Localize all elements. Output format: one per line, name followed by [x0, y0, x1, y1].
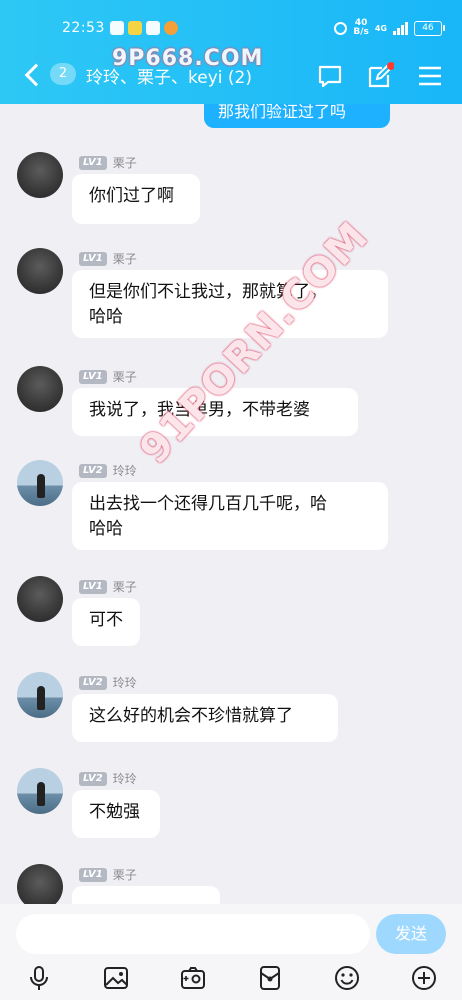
level-badge: LV1 [79, 155, 107, 170]
plus-icon[interactable] [410, 964, 438, 992]
sender-name[interactable]: 栗子 [113, 578, 137, 595]
message-text: 哈哈 [89, 519, 123, 539]
network-type: 4G [374, 23, 387, 33]
edit-icon[interactable] [366, 62, 394, 90]
level-badge: LV2 [79, 675, 107, 690]
message-text: 可不 [89, 610, 123, 630]
sender-name[interactable]: 玲玲 [113, 674, 137, 691]
red-packet-icon[interactable] [256, 964, 284, 992]
net-speed: 40 B/s [353, 19, 369, 37]
level-badge: LV2 [79, 771, 107, 786]
avatar[interactable] [17, 366, 63, 412]
camera-icon[interactable] [179, 964, 207, 992]
orange-notification-icon [164, 21, 178, 35]
message-text: 哈哈 [89, 307, 123, 327]
avatar[interactable] [17, 248, 63, 294]
system-icons: 40 B/s 4G 46 [334, 19, 445, 37]
sender-name[interactable]: 玲玲 [113, 462, 137, 479]
input-bar: 发送 [0, 904, 462, 1000]
avatar[interactable] [17, 864, 63, 904]
link-notification-icon [146, 21, 160, 35]
send-button[interactable]: 发送 [376, 914, 446, 954]
input-toolbar [0, 962, 462, 994]
message-input[interactable] [16, 914, 370, 954]
message-text: 你们过了啊 [89, 186, 174, 206]
chat-header: 22:53 40 B/s 4G 46 2 玲玲、栗子、keyi (2) 9P66… [0, 0, 462, 104]
battery-level: 46 [422, 22, 434, 33]
message-icon[interactable] [316, 62, 344, 90]
level-badge: LV2 [79, 463, 107, 478]
sender-name[interactable]: 栗子 [113, 866, 137, 883]
level-badge: LV1 [79, 867, 107, 882]
net-speed-unit: B/s [353, 27, 369, 37]
status-time: 22:53 [62, 20, 105, 36]
message-text: 出去找一个还得几百几千呢，哈 [89, 494, 327, 514]
message-bubble[interactable] [72, 886, 220, 904]
message-bubble[interactable]: 可不 [72, 598, 140, 646]
avatar[interactable] [17, 460, 63, 506]
signal-icon [393, 21, 408, 35]
level-badge: LV1 [79, 579, 107, 594]
message-text: 不勉强 [89, 802, 140, 822]
image-icon[interactable] [102, 964, 130, 992]
mic-icon[interactable] [25, 964, 53, 992]
message-bubble[interactable]: 出去找一个还得几百几千呢，哈 哈哈 [72, 482, 388, 550]
watermark-top: 9P668.COM [112, 46, 264, 71]
message-bubble[interactable]: 不勉强 [72, 790, 160, 838]
battery-icon: 46 [414, 20, 445, 36]
avatar[interactable] [17, 672, 63, 718]
sent-message-bubble[interactable]: 那我们验证过了吗 [204, 104, 390, 128]
message-text: 这么好的机会不珍惜就算了 [89, 706, 293, 726]
avatar[interactable] [17, 152, 63, 198]
back-icon[interactable] [22, 60, 44, 90]
sender-name[interactable]: 玲玲 [113, 770, 137, 787]
avatar[interactable] [17, 768, 63, 814]
message-bubble[interactable]: 这么好的机会不珍惜就算了 [72, 694, 338, 742]
status-bar: 22:53 40 B/s 4G 46 [0, 18, 462, 40]
menu-icon[interactable] [416, 62, 444, 90]
sender-name[interactable]: 栗子 [113, 368, 137, 385]
emoji-icon[interactable] [333, 964, 361, 992]
level-badge: LV1 [79, 251, 107, 266]
message-bubble[interactable]: 你们过了啊 [72, 174, 200, 224]
avatar[interactable] [17, 576, 63, 622]
app-notification-icon [128, 21, 142, 35]
chat-messages[interactable]: 那我们验证过了吗 LV1 栗子 你们过了啊 LV1 栗子 但是你们不让我过，那就算了… [0, 104, 462, 904]
sender-name[interactable]: 栗子 [113, 154, 137, 171]
notification-icons [110, 21, 178, 35]
alarm-icon [334, 21, 348, 35]
message-notification-icon [110, 21, 124, 35]
unread-count-badge: 2 [50, 63, 76, 85]
level-badge: LV1 [79, 369, 107, 384]
sender-name[interactable]: 栗子 [113, 250, 137, 267]
